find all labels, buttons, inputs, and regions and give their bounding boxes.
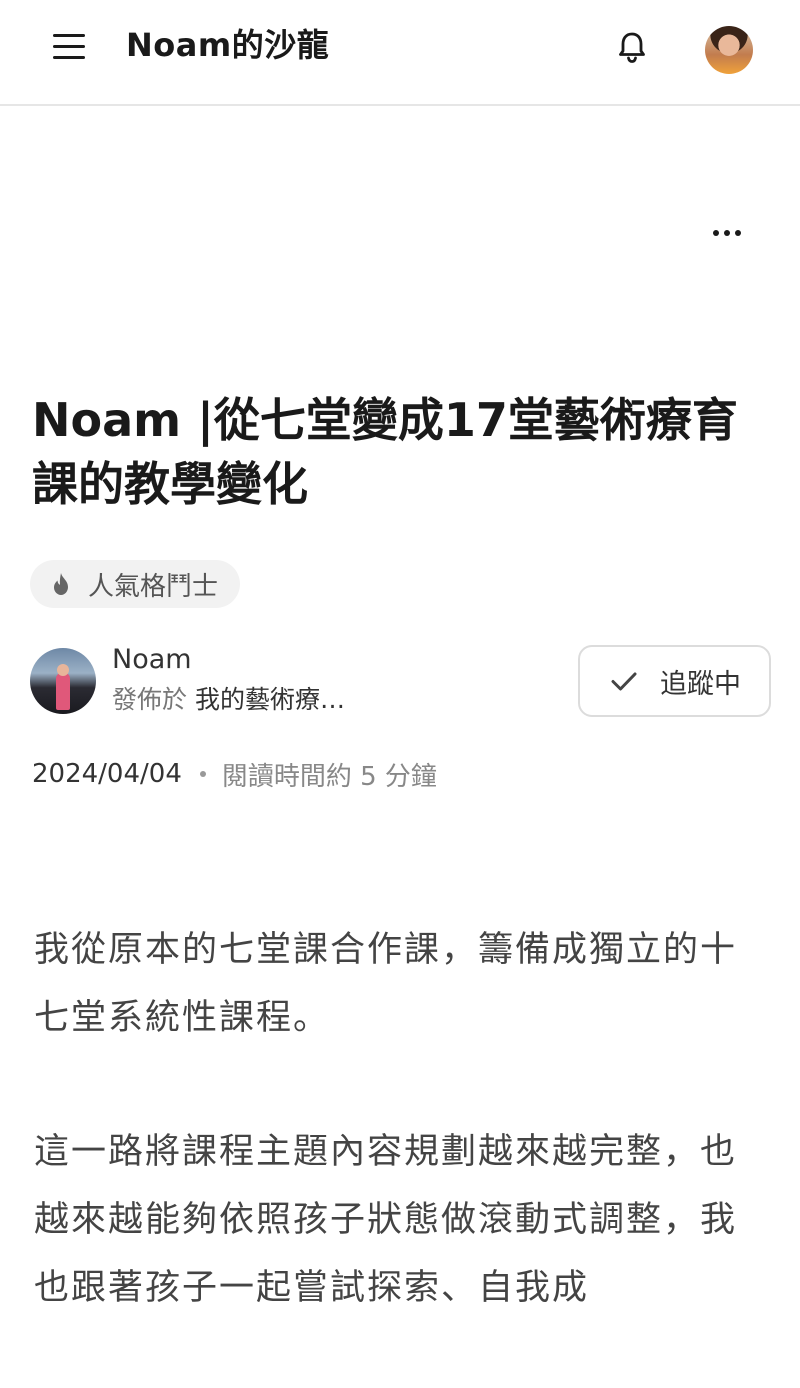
article-tag-chip[interactable]: 人氣格鬥士 <box>30 560 241 608</box>
user-avatar[interactable] <box>705 26 753 74</box>
avatar-photo-figure <box>56 672 70 710</box>
collection-link[interactable]: 我的藝術療… <box>195 685 345 714</box>
publish-date: 2024/04/04 <box>32 759 182 789</box>
more-dot <box>713 230 719 236</box>
article-body: 我從原本的七堂課合作課，籌備成獨立的十七堂系統性課程。 這一路將課程主題內容規劃… <box>34 916 754 1388</box>
following-label: 追蹤中 <box>660 668 741 700</box>
meta-separator-dot <box>199 771 206 777</box>
article-paragraph: 我從原本的七堂課合作課，籌備成獨立的十七堂系統性課程。 <box>34 930 738 1038</box>
check-icon <box>611 672 637 691</box>
hamburger-menu-icon[interactable] <box>50 30 88 64</box>
menu-line <box>53 56 85 59</box>
author-name[interactable]: Noam <box>112 642 192 678</box>
site-title[interactable]: Noam的沙龍 <box>126 22 329 68</box>
more-horizontal-icon[interactable] <box>706 218 748 248</box>
avatar-photo-head <box>57 664 69 676</box>
article-title: Noam |從七堂變成17堂藝術療育課的教學變化 <box>32 393 738 511</box>
top-app-bar: Noam的沙龍 <box>0 0 800 106</box>
bell-icon[interactable] <box>612 27 652 67</box>
more-dot <box>724 230 730 236</box>
tag-label: 人氣格鬥士 <box>88 571 219 602</box>
article-meta: 2024/04/04 閱讀時間約 5 分鐘 <box>32 754 437 794</box>
read-time: 閱讀時間約 5 分鐘 <box>221 761 437 792</box>
publish-prefix: 發佈於 <box>112 685 188 714</box>
article-paragraph: 這一路將課程主題內容規劃越來越完整，也越來越能夠依照孩子狀態做滾動式調整，我也跟… <box>34 1132 738 1308</box>
publish-info: 發佈於 我的藝術療… <box>112 682 345 718</box>
menu-line <box>53 45 85 48</box>
menu-line <box>53 34 85 37</box>
following-button[interactable]: 追蹤中 <box>578 645 771 717</box>
author-avatar[interactable] <box>30 648 96 714</box>
more-dot <box>735 230 741 236</box>
flame-icon <box>54 573 68 595</box>
